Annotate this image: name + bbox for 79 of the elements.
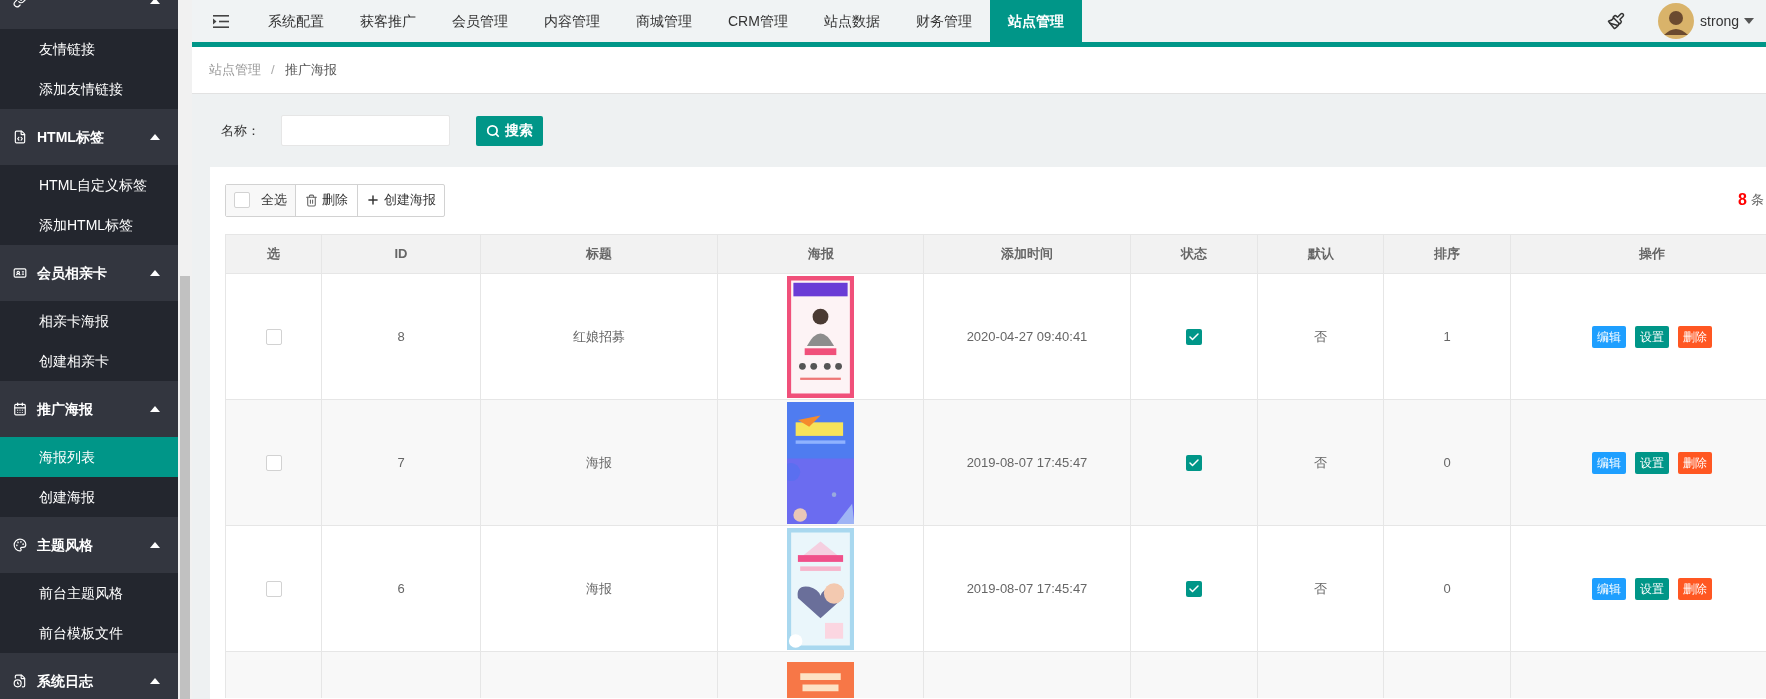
sidebar-group-header[interactable]: 会员相亲卡	[0, 245, 178, 301]
sidebar-group-label: 主题风格	[37, 535, 93, 555]
table-cell-text: 红娘招募	[573, 327, 625, 346]
column-header: 状态	[1131, 235, 1258, 273]
delete-button[interactable]: 删除	[296, 184, 358, 216]
table-cell-text: 2020-04-27 09:40:41	[966, 327, 1088, 346]
checkbox[interactable]	[265, 454, 282, 471]
column-header: 选	[226, 235, 322, 273]
sidebar-group-label: HTML标签	[37, 127, 104, 147]
id-card-icon	[13, 266, 27, 280]
nav-tab[interactable]: 财务管理	[897, 0, 990, 42]
checkbox[interactable]	[1186, 328, 1202, 345]
column-header: 标题	[481, 235, 718, 273]
table-cell-text: 0	[1443, 579, 1451, 598]
sidebar-group-label: 会员相亲卡	[37, 263, 107, 283]
brush-icon[interactable]	[1607, 12, 1626, 30]
sidebar-group-label: 系统日志	[37, 671, 93, 691]
check-icon	[1188, 330, 1200, 343]
table-cell-text: 否	[1314, 327, 1327, 346]
sidebar-group-header[interactable]: 推广海报	[0, 381, 178, 437]
table-cell-text: 否	[1314, 579, 1327, 598]
sidebar-item[interactable]: 海报列表	[0, 437, 178, 477]
check-icon	[1188, 456, 1200, 469]
table-cell-text: 7	[397, 453, 405, 472]
nav-tab[interactable]: 获客推广	[342, 0, 434, 42]
nav-tab[interactable]: CRM管理	[710, 0, 806, 42]
nav-tab[interactable]: 商城管理	[618, 0, 710, 42]
search-icon	[486, 123, 500, 138]
checkbox[interactable]	[234, 192, 250, 208]
search-label: 名称：	[221, 121, 261, 140]
select-all-button[interactable]: 全选	[226, 184, 296, 216]
checkbox[interactable]	[265, 328, 282, 345]
nav-tab[interactable]: 会员管理	[434, 0, 526, 42]
calendar-icon	[13, 402, 27, 416]
sidebar-group-header[interactable]: 系统日志	[0, 653, 178, 699]
table-cell-text: 海报	[586, 453, 612, 472]
create-poster-button[interactable]: 创建海报	[358, 184, 444, 216]
column-header: 海报	[718, 235, 924, 273]
record-count: 8 条	[1738, 190, 1765, 210]
table-cell-text: 8	[397, 327, 405, 346]
checkbox[interactable]	[265, 580, 282, 597]
palette-icon	[13, 538, 27, 552]
table-cell-text: 2019-08-07 17:45:47	[966, 579, 1088, 598]
checkbox[interactable]	[1186, 454, 1202, 471]
avatar[interactable]	[1658, 3, 1695, 39]
sidebar-group-label: 推广海报	[37, 399, 93, 419]
menu-icon[interactable]	[213, 14, 229, 28]
column-header: 添加时间	[924, 235, 1131, 273]
table-cell-text: 2019-08-07 17:45:47	[966, 453, 1088, 472]
search-field[interactable]	[281, 115, 450, 146]
user-menu[interactable]: strong	[1700, 10, 1754, 32]
breadcrumb-item: 推广海报	[284, 61, 337, 80]
column-header: 操作	[1511, 235, 1766, 273]
check-icon	[1188, 582, 1200, 595]
nav-tab[interactable]: 系统配置	[250, 0, 342, 42]
trash-icon	[305, 193, 318, 207]
settings-button[interactable]: 设置	[1634, 451, 1669, 474]
sidebar-group-header[interactable]: 主题风格	[0, 517, 178, 573]
column-header: 排序	[1384, 235, 1511, 273]
settings-button[interactable]: 设置	[1634, 325, 1669, 348]
nav-tab[interactable]: 内容管理	[526, 0, 618, 42]
table-cell-text: 1	[1443, 327, 1451, 346]
column-header: ID	[322, 235, 481, 273]
column-header: 默认	[1258, 235, 1384, 273]
table-cell-text: 6	[397, 579, 405, 598]
file-clock-icon	[13, 674, 27, 688]
breadcrumb-separator: /	[271, 61, 275, 80]
search-button[interactable]: 搜索	[476, 115, 543, 146]
nav-tab[interactable]: 站点管理	[989, 0, 1082, 42]
caret-icon	[1744, 18, 1754, 24]
settings-button[interactable]: 设置	[1634, 577, 1669, 600]
table-cell-text: 否	[1314, 453, 1327, 472]
plus-icon	[366, 193, 380, 207]
sidebar-group-header[interactable]: HTML标签	[0, 109, 178, 165]
checkbox[interactable]	[1186, 580, 1202, 597]
code-icon	[13, 130, 27, 144]
table-cell-text: 海报	[586, 579, 612, 598]
table-cell-text: 0	[1443, 453, 1451, 472]
nav-tab[interactable]: 站点数据	[805, 0, 898, 42]
